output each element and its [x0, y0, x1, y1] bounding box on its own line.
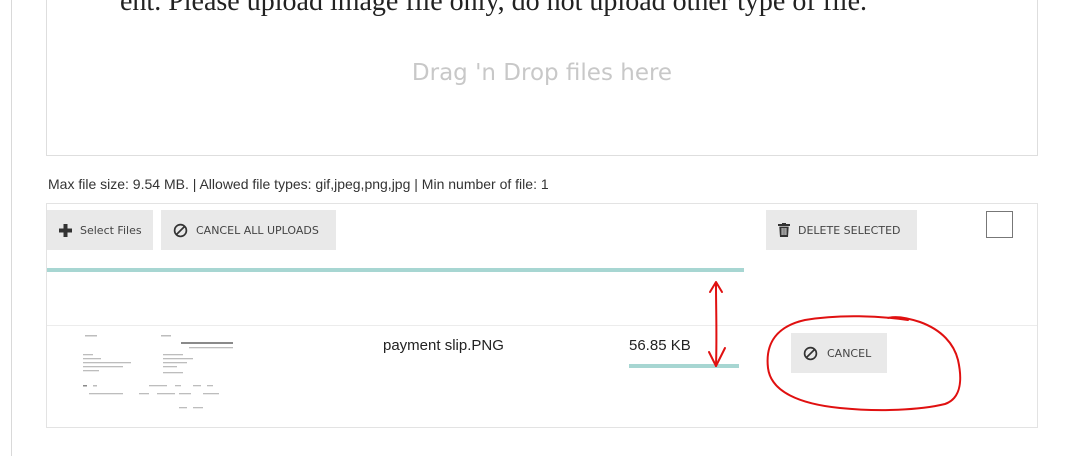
select-files-button[interactable]: Select Files	[47, 210, 153, 250]
file-thumbnail	[79, 333, 249, 415]
cancel-file-button[interactable]: CANCEL	[791, 333, 887, 373]
cancel-file-label: CANCEL	[827, 346, 872, 360]
select-files-label: Select Files	[80, 223, 142, 237]
file-name: payment slip.PNG	[383, 337, 504, 354]
ban-icon	[803, 346, 818, 361]
upload-constraints-text: Max file size: 9.54 MB. | Allowed file t…	[48, 176, 549, 192]
cancel-all-uploads-label: CANCEL ALL UPLOADS	[196, 223, 319, 237]
file-size: 56.85 KB	[629, 337, 691, 354]
dropzone-label: Drag 'n Drop files here	[411, 60, 673, 86]
plus-icon	[59, 223, 72, 237]
overall-progress-bar	[47, 268, 744, 272]
cancel-all-uploads-button[interactable]: CANCEL ALL UPLOADS	[161, 210, 336, 250]
ban-icon	[173, 223, 188, 238]
file-progress-bar	[629, 364, 739, 368]
left-divider	[11, 0, 12, 456]
delete-selected-button[interactable]: DELETE SELECTED	[766, 210, 917, 250]
delete-selected-label: DELETE SELECTED	[798, 223, 901, 237]
row-divider	[47, 325, 1037, 326]
select-all-checkbox[interactable]	[986, 211, 1013, 238]
trash-icon	[778, 223, 790, 237]
